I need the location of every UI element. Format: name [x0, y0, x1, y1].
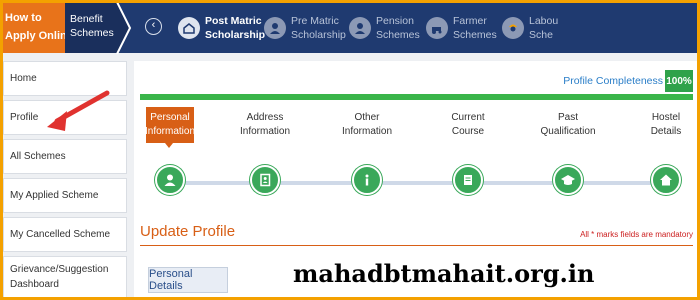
step-label-line1: Other — [354, 112, 380, 123]
sidebar-item-label: My Cancelled Scheme — [10, 229, 111, 240]
pension-icon — [349, 17, 371, 39]
benefit-arrow-shape — [117, 3, 130, 53]
scheme-label-line1: Labou — [529, 15, 559, 27]
step-label-line1: Personal — [150, 112, 190, 123]
scheme-label-line2: Scholarship — [291, 29, 346, 41]
benefit-label: Benefit — [70, 13, 103, 25]
how-to-apply-button[interactable]: How to Apply Online ? — [3, 3, 65, 53]
post-matric-icon — [178, 17, 200, 39]
pre-matric-icon — [264, 17, 286, 39]
sidebar-item-label: My Applied Scheme — [10, 190, 99, 201]
sidebar-item-grievance-dashboard[interactable]: Grievance/Suggestion Dashboard — [3, 256, 127, 297]
step-current-course[interactable]: Current Course — [433, 107, 503, 195]
graduation-cap-icon — [553, 165, 583, 195]
sidebar-item-label: Home — [10, 73, 37, 84]
scheme-label-line1: Pension — [376, 15, 414, 27]
mandatory-fields-note: All * marks fields are mandatory — [580, 230, 693, 239]
labour-icon — [502, 17, 524, 39]
step-label-line1: Address — [246, 112, 284, 123]
scheme-farmer[interactable]: Farmer Schemes — [426, 8, 497, 48]
sidebar-item-label: Dashboard — [10, 279, 59, 290]
scheme-pre-matric[interactable]: Pre Matric Scholarship — [264, 8, 346, 48]
step-past-qualification[interactable]: Past Qualification — [533, 107, 603, 195]
step-other-information[interactable]: Other Information — [332, 107, 402, 195]
step-label-line2: Information — [239, 126, 291, 137]
book-icon — [453, 165, 483, 195]
step-label-line1: Hostel — [651, 112, 681, 123]
farmer-icon — [426, 17, 448, 39]
step-label-line1: Past — [557, 112, 578, 123]
step-label-line1: Current — [451, 112, 485, 123]
profile-completeness-percent: 100% — [665, 70, 693, 92]
sidebar-item-all-schemes[interactable]: All Schemes — [3, 139, 127, 174]
home-icon — [651, 165, 681, 195]
top-navigation-bar: How to Apply Online ? Benefit Schemes ‹ … — [3, 3, 697, 54]
heading-divider — [140, 245, 693, 246]
scheme-label-line2: Schemes — [376, 29, 420, 41]
benefit-schemes-tab[interactable]: Benefit Schemes — [65, 3, 117, 53]
annotation-arrow-icon — [47, 90, 110, 131]
step-label-line2: Qualification — [540, 126, 596, 137]
profile-completeness-label: Profile Completeness — [563, 75, 663, 87]
scheme-post-matric[interactable]: Post Matric Scholarship — [178, 8, 265, 48]
tab-personal-details[interactable]: Personal Details — [148, 267, 228, 293]
sidebar-item-my-cancelled-scheme[interactable]: My Cancelled Scheme — [3, 217, 127, 252]
sidebar-item-label: Profile — [10, 112, 39, 123]
user-icon — [155, 165, 185, 195]
schemes-label: Schemes — [70, 27, 114, 39]
step-personal-information[interactable]: Personal Information — [135, 107, 205, 195]
step-label-line2: Course — [451, 126, 485, 137]
scheme-label-line2: Scholarship — [205, 29, 266, 41]
apply-online-label: Apply Online ? — [5, 30, 65, 42]
step-address-information[interactable]: Address Information — [230, 107, 300, 195]
step-label-line2: Information — [341, 126, 393, 137]
scheme-pension[interactable]: Pension Schemes — [349, 8, 420, 48]
address-book-icon — [250, 165, 280, 195]
sidebar-item-my-applied-scheme[interactable]: My Applied Scheme — [3, 178, 127, 213]
update-profile-heading: Update Profile — [140, 223, 236, 240]
active-step-pointer — [165, 143, 173, 148]
previous-scheme-button[interactable]: ‹ — [145, 18, 162, 35]
page-frame: How to Apply Online ? Benefit Schemes ‹ … — [0, 0, 700, 300]
profile-completeness-bar — [140, 94, 693, 100]
scheme-label-line1: Pre Matric — [291, 15, 339, 27]
how-to-label: How to — [5, 12, 42, 24]
sidebar-item-label: Grievance/Suggestion — [10, 264, 109, 275]
scheme-label-line1: Farmer — [453, 15, 487, 27]
step-label-line2: Information — [144, 126, 196, 137]
scheme-label-line1: Post Matric — [205, 15, 262, 27]
scheme-label-line2: Sche — [529, 29, 553, 41]
scheme-labour[interactable]: Labou Sche — [502, 8, 558, 48]
step-label-line2: Details — [650, 126, 682, 137]
site-watermark: mahadbtmahait.org.in — [293, 259, 595, 288]
info-icon — [352, 165, 382, 195]
sidebar-item-label: All Schemes — [10, 151, 66, 162]
step-hostel-details[interactable]: Hostel Details — [631, 107, 697, 195]
scheme-label-line2: Schemes — [453, 29, 497, 41]
